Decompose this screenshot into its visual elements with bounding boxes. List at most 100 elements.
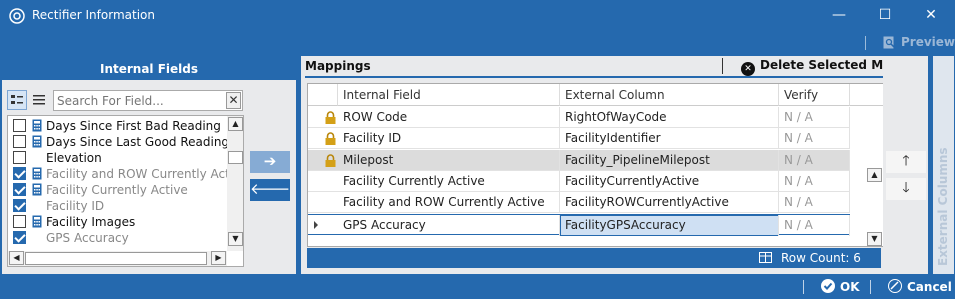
scroll-right-button[interactable]: ▶ bbox=[211, 251, 226, 265]
internal-field-cell[interactable]: ROW Code bbox=[338, 107, 560, 128]
detail-list-icon bbox=[11, 95, 23, 104]
field-checkbox[interactable] bbox=[13, 167, 26, 180]
search-clear-button[interactable]: ✕ bbox=[226, 92, 241, 109]
title-bar: Rectifier Information — ☐ ✕ bbox=[0, 0, 955, 32]
field-label: GPS Accuracy bbox=[46, 231, 129, 245]
field-list-item[interactable]: Elevation bbox=[8, 150, 228, 166]
verify-cell[interactable]: N / A bbox=[779, 149, 850, 171]
field-label: Days Since Last Good Reading bbox=[46, 135, 230, 149]
field-list-item[interactable]: Days Since Last Good Reading bbox=[8, 134, 230, 150]
internal-field-cell[interactable]: Milepost bbox=[338, 149, 560, 171]
internal-field-cell[interactable]: Facility Currently Active bbox=[338, 170, 560, 192]
internal-field-cell[interactable]: Facility and ROW Currently Active bbox=[338, 192, 560, 214]
calculator-icon bbox=[32, 119, 42, 132]
move-down-button[interactable]: 🡓 bbox=[886, 178, 926, 200]
grid-scroll-down-button[interactable]: ▼ bbox=[867, 232, 882, 246]
mapping-row[interactable]: Facility and ROW Currently Active Facilit… bbox=[308, 192, 850, 214]
add-mapping-button[interactable]: ➔ bbox=[250, 151, 290, 173]
cancel-label: Cancel bbox=[907, 280, 952, 294]
calculator-icon bbox=[32, 167, 42, 180]
mapping-row[interactable]: ROW Code RightOfWayCode N / A bbox=[308, 107, 850, 128]
calculator-icon bbox=[32, 215, 42, 228]
field-list-item[interactable]: GPS Accuracy bbox=[8, 230, 228, 246]
mappings-title: Mappings bbox=[305, 59, 371, 73]
row-count-label: Row Count: 6 bbox=[781, 251, 861, 265]
field-checkbox[interactable] bbox=[13, 215, 26, 228]
field-checkbox[interactable] bbox=[13, 199, 26, 212]
lock-icon bbox=[325, 111, 336, 124]
lock-icon bbox=[325, 132, 336, 146]
remove-mapping-button[interactable]: 🡐 bbox=[250, 179, 290, 201]
delete-selected-map-label: Delete Selected Map bbox=[760, 58, 900, 72]
cancel-circle-icon bbox=[888, 279, 902, 293]
external-column-cell[interactable]: FacilityCurrentlyActive bbox=[560, 170, 779, 192]
vertical-scroll-thumb[interactable] bbox=[228, 151, 243, 164]
maximize-button[interactable]: ☐ bbox=[862, 0, 908, 32]
check-circle-icon bbox=[821, 279, 835, 293]
external-columns-collapsed-panel[interactable]: External Columns bbox=[932, 56, 954, 274]
field-search-input[interactable] bbox=[54, 91, 224, 110]
delete-selected-map-button[interactable]: ✕ Delete Selected Map bbox=[741, 58, 900, 76]
field-checkbox[interactable] bbox=[13, 119, 26, 132]
field-list-horizontal-scrollbar[interactable]: ◀ ▶ bbox=[8, 251, 227, 266]
horizontal-scroll-thumb[interactable] bbox=[25, 252, 207, 265]
close-button[interactable]: ✕ bbox=[908, 0, 954, 32]
move-up-button[interactable]: 🡑 bbox=[886, 151, 926, 173]
field-list-item[interactable]: Facility and ROW Currently Active bbox=[8, 166, 243, 182]
grid-vertical-scrollbar[interactable]: ▲ bbox=[867, 168, 883, 224]
list-view-button[interactable] bbox=[29, 90, 49, 110]
field-checkbox[interactable] bbox=[13, 183, 26, 196]
mappings-header-separator bbox=[722, 58, 723, 74]
mappings-grid: Internal Field External Column Verify RO… bbox=[307, 83, 885, 247]
toolbar-separator bbox=[865, 36, 866, 50]
preview-label: Preview bbox=[901, 35, 955, 49]
list-icon bbox=[33, 95, 45, 105]
external-column-cell[interactable]: FacilityIdentifier bbox=[560, 128, 779, 150]
column-header-verify[interactable]: Verify bbox=[779, 84, 850, 106]
calculator-icon bbox=[32, 135, 42, 148]
column-header-external-column[interactable]: External Column bbox=[560, 84, 779, 106]
field-checkbox[interactable] bbox=[13, 135, 26, 148]
minimize-button[interactable]: — bbox=[816, 0, 862, 32]
field-label: Facility Images bbox=[46, 215, 136, 229]
footer-separator-1 bbox=[803, 280, 804, 294]
field-list-vertical-scrollbar[interactable]: ▲ ▼ bbox=[227, 116, 243, 251]
scroll-left-button[interactable]: ◀ bbox=[9, 251, 24, 265]
mapping-row[interactable]: GPS Accuracy FacilityGPSAccuracy N / A bbox=[308, 213, 850, 236]
field-label: Days Since First Bad Reading bbox=[46, 119, 221, 133]
detail-view-button[interactable] bbox=[7, 90, 27, 110]
field-list-item[interactable]: Days Since First Bad Reading bbox=[8, 118, 228, 134]
external-column-cell[interactable]: Facility_PipelineMilepost bbox=[560, 149, 779, 171]
external-column-cell[interactable]: FacilityGPSAccuracy bbox=[560, 214, 779, 236]
row-count-bar: Row Count: 6 bbox=[307, 248, 881, 268]
column-header-filler bbox=[850, 84, 884, 106]
mapping-row[interactable]: Facility ID FacilityIdentifier N / A bbox=[308, 128, 850, 150]
cancel-button[interactable]: Cancel bbox=[888, 279, 952, 294]
field-list-item[interactable]: Facility ID bbox=[8, 198, 228, 214]
verify-cell[interactable]: N / A bbox=[779, 214, 850, 236]
verify-cell[interactable]: N / A bbox=[779, 128, 850, 150]
field-list-item[interactable]: Facility Currently Active bbox=[8, 182, 228, 198]
field-label: Facility and ROW Currently Active bbox=[46, 167, 244, 181]
internal-field-cell[interactable]: GPS Accuracy bbox=[338, 214, 560, 236]
current-row-indicator-icon bbox=[314, 220, 318, 229]
verify-cell[interactable]: N / A bbox=[779, 107, 850, 128]
field-search: ✕ bbox=[53, 90, 243, 111]
toolbar: Preview bbox=[1, 32, 955, 54]
internal-field-cell[interactable]: Facility ID bbox=[338, 128, 560, 150]
external-column-cell[interactable]: RightOfWayCode bbox=[560, 107, 779, 128]
scroll-down-button[interactable]: ▼ bbox=[228, 232, 243, 246]
ok-button[interactable]: OK bbox=[821, 279, 860, 294]
column-header-internal-field[interactable]: Internal Field bbox=[338, 84, 560, 106]
field-list-item[interactable]: Facility Images bbox=[8, 214, 228, 230]
verify-cell[interactable]: N / A bbox=[779, 192, 850, 214]
external-column-cell[interactable]: FacilityROWCurrentlyActive bbox=[560, 192, 779, 214]
mapping-row[interactable]: Facility Currently Active FacilityCurrent… bbox=[308, 170, 850, 192]
verify-cell[interactable]: N / A bbox=[779, 170, 850, 192]
grid-row-header-corner bbox=[308, 84, 338, 106]
field-checkbox[interactable] bbox=[13, 231, 26, 244]
grid-scroll-up-button[interactable]: ▲ bbox=[867, 168, 882, 182]
scroll-up-button[interactable]: ▲ bbox=[228, 117, 243, 131]
field-checkbox[interactable] bbox=[13, 151, 26, 164]
mapping-row[interactable]: Milepost Facility_PipelineMilepost N / A bbox=[308, 149, 850, 171]
